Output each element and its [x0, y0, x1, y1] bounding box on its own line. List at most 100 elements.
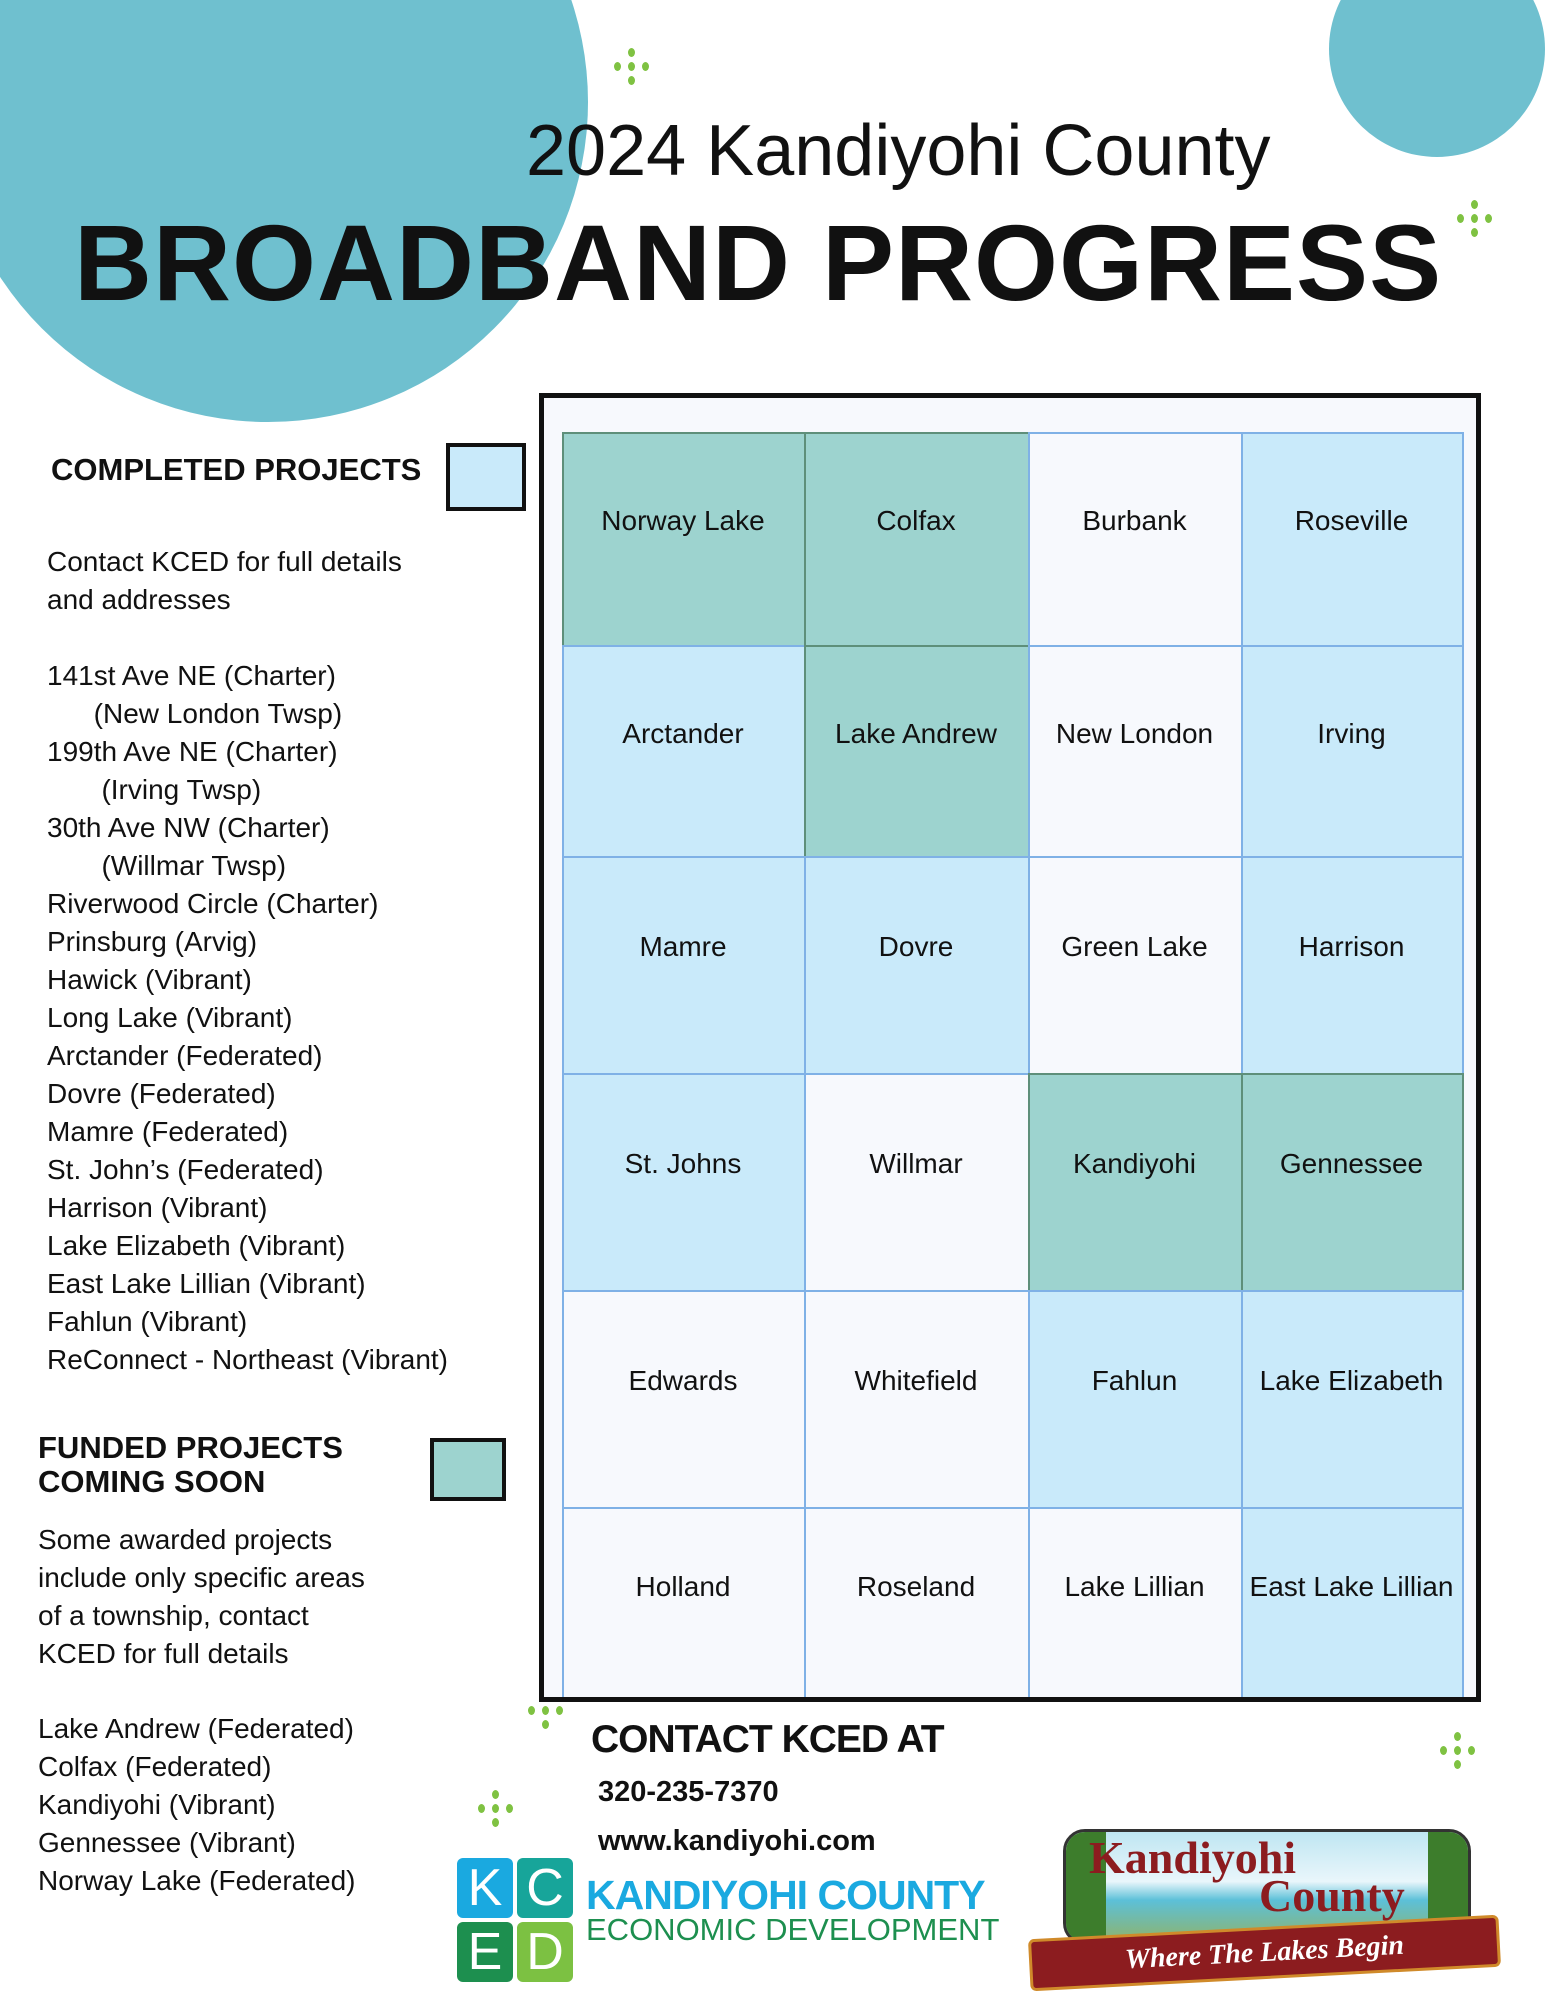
page-subtitle: 2024 Kandiyohi County: [526, 111, 1271, 191]
township-holland: [562, 1507, 806, 1697]
project-item: (New London Twsp): [47, 698, 343, 729]
page-title: BROADBAND PROGRESS: [74, 202, 1443, 323]
township-label: Green Lake: [1061, 931, 1208, 963]
project-item: Mamre (Federated): [47, 1116, 289, 1147]
dots-decoration: [1457, 200, 1493, 237]
township-label: Colfax: [876, 505, 956, 537]
project-item: ReConnect - Northeast (Vibrant): [47, 1344, 448, 1375]
township-green-lake: [1028, 856, 1243, 1075]
township-fahlun: [1028, 1290, 1243, 1509]
township-norway-lake: [562, 432, 806, 647]
township-label: Lake Lillian: [1064, 1571, 1205, 1603]
kced-logo: K C E D: [457, 1858, 573, 1982]
county-logo-tagline: Where The Lakes Begin: [1124, 1929, 1405, 1976]
kced-logo-k: K: [457, 1858, 513, 1918]
township-lake-andrew: [804, 645, 1030, 858]
township-label: Holland: [635, 1571, 731, 1603]
township-burbank: [1028, 432, 1243, 647]
kced-subtitle: ECONOMIC DEVELOPMENT: [586, 1912, 1000, 1947]
funded-heading: FUNDED PROJECTS COMING SOON: [38, 1431, 343, 1499]
township-label: Gennessee: [1279, 1148, 1424, 1180]
project-item: Dovre (Federated): [47, 1078, 276, 1109]
township-roseville: [1241, 432, 1464, 647]
contact-website[interactable]: www.kandiyohi.com: [598, 1825, 876, 1858]
township-east-lake-lillian: [1241, 1507, 1464, 1697]
township-map: Norway Lake Colfax Burbank Roseville Arctand…: [539, 393, 1481, 1702]
project-item: Harrison (Vibrant): [47, 1192, 268, 1223]
township-label: Lake Elizabeth: [1259, 1365, 1444, 1397]
township-label: Norway Lake: [601, 505, 765, 537]
township-label: St. Johns: [624, 1148, 742, 1180]
project-item: (Irving Twsp): [47, 774, 262, 805]
township-new-london: [1028, 645, 1243, 858]
township-label: Roseville: [1294, 505, 1409, 537]
township-gennessee: [1241, 1073, 1464, 1292]
project-item: Gennessee (Vibrant): [38, 1827, 296, 1858]
township-whitefield: [804, 1290, 1030, 1509]
township-label: Irving: [1317, 717, 1386, 749]
project-item: 141st Ave NE (Charter): [47, 660, 336, 691]
project-item: Prinsburg (Arvig): [47, 926, 258, 957]
completed-note: Contact KCED for full details and addres…: [47, 546, 402, 615]
township-lake-elizabeth: [1241, 1290, 1464, 1509]
dots-decoration: [478, 1790, 514, 1827]
dots-decoration: [1440, 1732, 1476, 1769]
township-kandiyohi: [1028, 1073, 1243, 1292]
township-label: Roseland: [856, 1571, 976, 1603]
township-label: Harrison: [1298, 931, 1405, 963]
dots-decoration: [614, 48, 650, 85]
township-label: Mamre: [639, 931, 727, 963]
funded-heading-line2: COMING SOON: [38, 1464, 266, 1499]
project-item: (Willmar Twsp): [47, 850, 287, 881]
kced-logo-d: D: [517, 1922, 573, 1982]
township-lake-lillian: [1028, 1507, 1243, 1697]
township-label: Lake Andrew: [835, 717, 997, 749]
township-label: East Lake Lillian: [1249, 1571, 1454, 1603]
township-label: Kandiyohi: [1073, 1148, 1196, 1180]
project-item: Arctander (Federated): [47, 1040, 323, 1071]
project-item: 199th Ave NE (Charter): [47, 736, 338, 767]
decorative-circle-small: [1329, 0, 1545, 157]
project-item: Riverwood Circle (Charter): [47, 888, 379, 919]
project-item: Norway Lake (Federated): [38, 1865, 356, 1896]
township-dovre: [804, 856, 1030, 1075]
township-irving: [1241, 645, 1464, 858]
township-arctander: [562, 645, 806, 858]
project-item: St. John’s (Federated): [47, 1154, 324, 1185]
township-willmar: [804, 1073, 1030, 1292]
kandiyohi-county-logo: Kandiyohi County Where The Lakes Begin: [1027, 1829, 1502, 1992]
township-roseland: [804, 1507, 1030, 1697]
township-label: Willmar: [869, 1148, 963, 1180]
project-item: Fahlun (Vibrant): [47, 1306, 248, 1337]
township-mamre: [562, 856, 806, 1075]
township-edwards: [562, 1290, 806, 1509]
county-logo-line2: County: [1259, 1870, 1405, 1921]
project-item: Lake Andrew (Federated): [38, 1713, 354, 1744]
funded-list: Lake Andrew (Federated) Colfax (Federated…: [38, 1710, 355, 1900]
project-item: 30th Ave NW (Charter): [47, 812, 330, 843]
dots-decoration: [528, 1706, 564, 1742]
project-item: Kandiyohi (Vibrant): [38, 1789, 276, 1820]
kced-logo-c: C: [517, 1858, 573, 1918]
completed-heading: COMPLETED PROJECTS: [51, 452, 422, 487]
contact-phone[interactable]: 320-235-7370: [598, 1776, 779, 1809]
funded-legend-swatch: [430, 1438, 506, 1501]
completed-list: 141st Ave NE (Charter) (New London Twsp)…: [47, 657, 448, 1379]
township-label: Whitefield: [854, 1365, 978, 1397]
township-label: New London: [1055, 717, 1214, 749]
contact-heading: CONTACT KCED AT: [591, 1718, 945, 1761]
funded-heading-line1: FUNDED PROJECTS: [38, 1430, 343, 1465]
township-label: Edwards: [628, 1365, 738, 1397]
township-label: Fahlun: [1091, 1365, 1178, 1397]
project-item: Colfax (Federated): [38, 1751, 272, 1782]
township-label: Arctander: [622, 717, 744, 749]
township-label: Dovre: [878, 931, 954, 963]
project-item: East Lake Lillian (Vibrant): [47, 1268, 366, 1299]
township-harrison: [1241, 856, 1464, 1075]
funded-note: Some awarded projects include only speci…: [38, 1524, 365, 1669]
completed-legend-swatch: [446, 443, 526, 511]
project-item: Long Lake (Vibrant): [47, 1002, 293, 1033]
kced-logo-e: E: [457, 1922, 513, 1982]
project-item: Hawick (Vibrant): [47, 964, 252, 995]
township-colfax: [804, 432, 1030, 647]
